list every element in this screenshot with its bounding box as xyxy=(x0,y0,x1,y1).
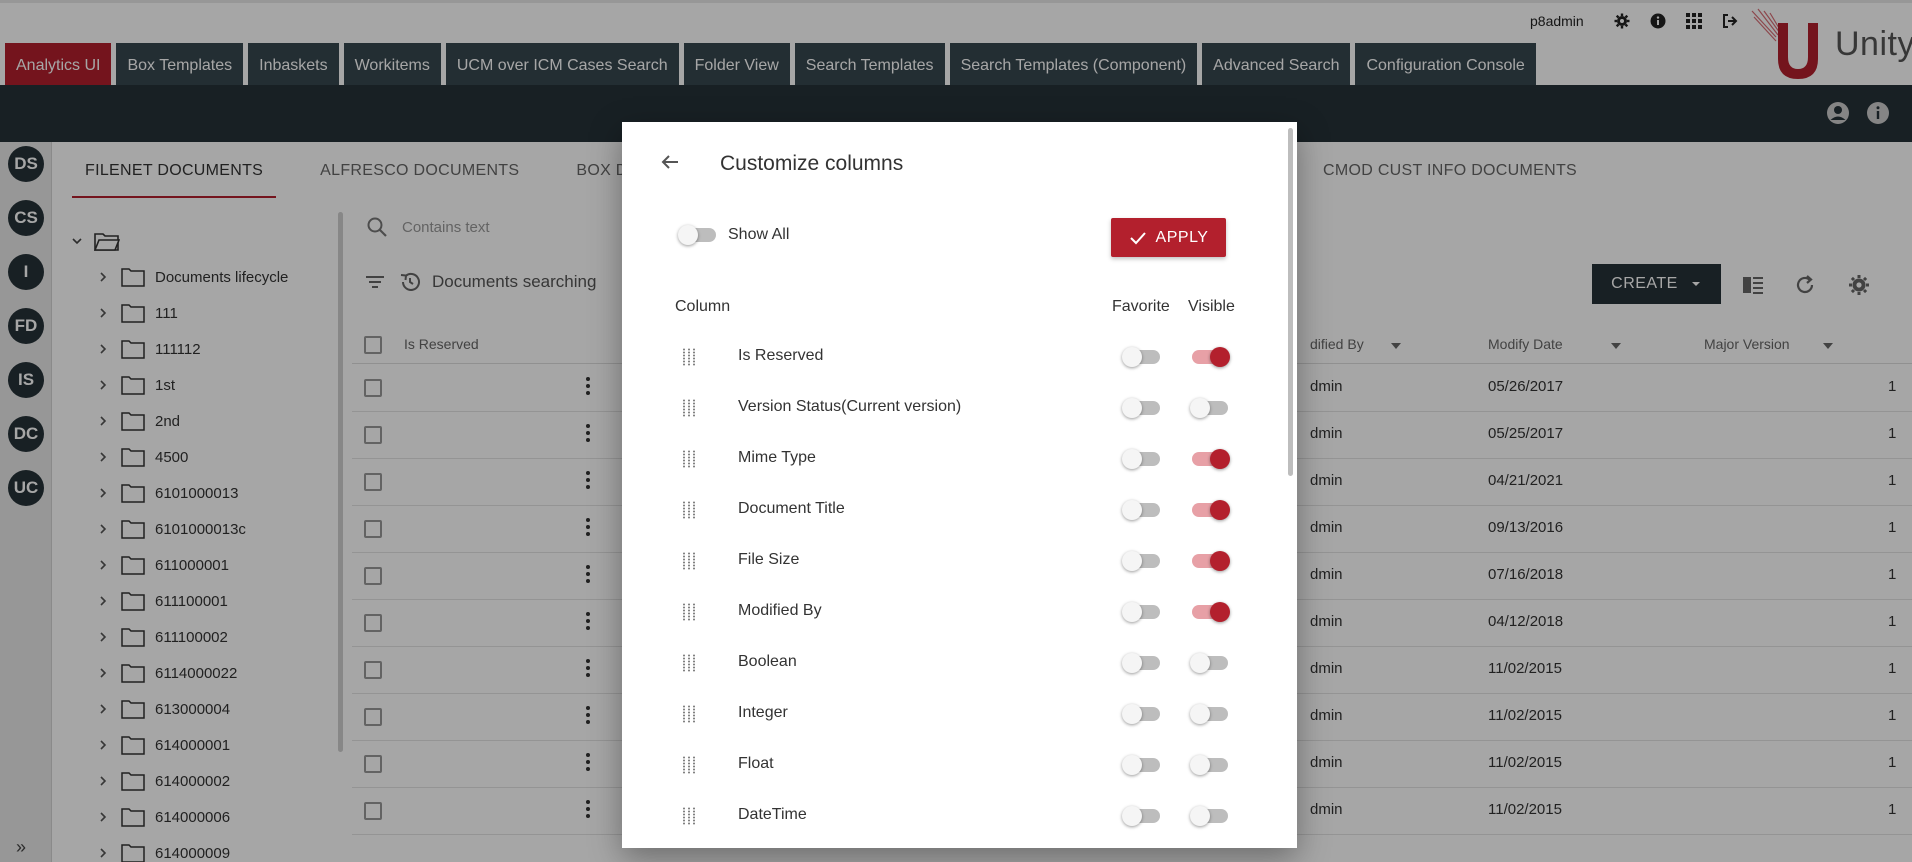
column-header-favorite: Favorite xyxy=(1112,298,1170,315)
favorite-toggle[interactable] xyxy=(1122,653,1160,673)
column-setting-row: Float xyxy=(622,740,1282,791)
drag-handle-icon[interactable] xyxy=(682,705,696,723)
column-setting-row: Modified By xyxy=(622,587,1282,638)
apply-button[interactable]: APPLY xyxy=(1111,218,1226,257)
visible-toggle[interactable] xyxy=(1190,806,1228,826)
visible-toggle[interactable] xyxy=(1192,449,1230,469)
drag-handle-icon[interactable] xyxy=(682,399,696,417)
column-name-label: DateTime xyxy=(738,806,807,823)
visible-toggle[interactable] xyxy=(1192,500,1230,520)
drag-handle-icon[interactable] xyxy=(682,756,696,774)
drag-handle-icon[interactable] xyxy=(682,501,696,519)
show-all-toggle[interactable] xyxy=(678,225,716,245)
visible-toggle[interactable] xyxy=(1190,653,1228,673)
favorite-toggle[interactable] xyxy=(1122,500,1160,520)
favorite-toggle[interactable] xyxy=(1122,398,1160,418)
apply-button-label: APPLY xyxy=(1155,228,1209,246)
column-name-label: Is Reserved xyxy=(738,347,824,364)
column-name-label: Version Status(Current version) xyxy=(738,398,962,415)
dialog-scrollbar[interactable] xyxy=(1288,128,1293,476)
favorite-toggle[interactable] xyxy=(1122,806,1160,826)
favorite-toggle[interactable] xyxy=(1122,602,1160,622)
column-setting-row: Version Status(Current version) xyxy=(622,383,1282,434)
column-setting-row: Is Reserved xyxy=(622,332,1282,383)
drag-handle-icon[interactable] xyxy=(682,348,696,366)
arrow-back-icon[interactable] xyxy=(658,150,682,174)
drag-handle-icon[interactable] xyxy=(682,654,696,672)
column-name-label: Modified By xyxy=(738,602,822,619)
column-name-label: Boolean xyxy=(738,653,797,670)
column-setting-row: DateTime xyxy=(622,791,1282,842)
column-name-label: Mime Type xyxy=(738,449,816,466)
check-icon xyxy=(1129,231,1146,244)
column-setting-row: Mime Type xyxy=(622,434,1282,485)
column-setting-row: Document Title xyxy=(622,485,1282,536)
column-header-visible: Visible xyxy=(1188,298,1235,315)
drag-handle-icon[interactable] xyxy=(682,450,696,468)
favorite-toggle[interactable] xyxy=(1122,347,1160,367)
visible-toggle[interactable] xyxy=(1190,398,1228,418)
column-setting-row: File Size xyxy=(622,536,1282,587)
drag-handle-icon[interactable] xyxy=(682,603,696,621)
column-name-label: Integer xyxy=(738,704,788,721)
visible-toggle[interactable] xyxy=(1192,347,1230,367)
customize-columns-dialog: Customize columns Show All APPLY Column … xyxy=(622,122,1297,848)
visible-toggle[interactable] xyxy=(1190,755,1228,775)
show-all-toggle-row: Show All xyxy=(678,225,790,245)
favorite-toggle[interactable] xyxy=(1122,755,1160,775)
column-name-label: File Size xyxy=(738,551,800,568)
column-setting-row: Boolean xyxy=(622,638,1282,689)
visible-toggle[interactable] xyxy=(1192,602,1230,622)
column-name-label: Float xyxy=(738,755,774,772)
favorite-toggle[interactable] xyxy=(1122,704,1160,724)
favorite-toggle[interactable] xyxy=(1122,449,1160,469)
column-setting-row: Integer xyxy=(622,689,1282,740)
column-header-column: Column xyxy=(675,298,731,315)
dialog-title: Customize columns xyxy=(720,152,904,175)
show-all-label: Show All xyxy=(728,226,790,243)
drag-handle-icon[interactable] xyxy=(682,807,696,825)
drag-handle-icon[interactable] xyxy=(682,552,696,570)
visible-toggle[interactable] xyxy=(1192,551,1230,571)
visible-toggle[interactable] xyxy=(1190,704,1228,724)
column-name-label: Document Title xyxy=(738,500,845,517)
favorite-toggle[interactable] xyxy=(1122,551,1160,571)
